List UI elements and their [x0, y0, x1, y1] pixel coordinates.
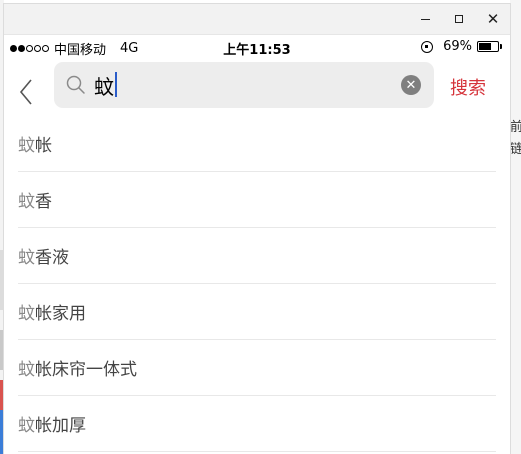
window-maximize-button[interactable] [442, 4, 476, 34]
chevron-left-icon [19, 79, 32, 105]
suggestion-item[interactable]: 蚊帐加厚 [18, 396, 496, 452]
battery-percentage: 69% [443, 39, 472, 54]
simulator-window: ✕ 中国移动 4G 上午11:53 69% ✕ [4, 4, 510, 454]
suggestion-completion: 香 [35, 192, 52, 212]
suggestion-item[interactable]: 蚊帐 [18, 116, 496, 172]
window-minimize-button[interactable] [408, 4, 442, 34]
battery-tip [500, 44, 502, 49]
suggestion-completion: 帐 [35, 136, 52, 156]
suggestion-keyword: 蚊 [18, 304, 35, 324]
battery-level-fill [479, 43, 492, 50]
suggestion-keyword: 蚊 [18, 248, 35, 268]
window-titlebar[interactable]: ✕ [4, 4, 510, 35]
suggestion-completion: 香液 [35, 248, 69, 268]
status-bar: 中国移动 4G 上午11:53 69% [4, 36, 510, 58]
background-app-right-edge: 前 链 [510, 0, 521, 454]
background-text-fragment: 前 [510, 120, 521, 135]
battery-icon [477, 41, 499, 52]
text-cursor [115, 72, 117, 97]
back-button[interactable] [14, 72, 38, 112]
clear-icon: ✕ [405, 77, 417, 93]
search-submit-button[interactable]: 搜索 [450, 74, 486, 100]
suggestion-completion: 帐加厚 [35, 416, 86, 436]
suggestion-keyword: 蚊 [18, 416, 35, 436]
suggestion-keyword: 蚊 [18, 136, 35, 156]
background-text-fragment: 链 [510, 142, 521, 157]
search-input[interactable] [94, 70, 394, 100]
suggestion-keyword: 蚊 [18, 360, 35, 380]
status-bar-right: 69% [421, 39, 502, 54]
window-close-button[interactable]: ✕ [476, 4, 510, 34]
rotation-lock-icon [421, 40, 434, 53]
suggestion-completion: 帐床帘一体式 [35, 360, 137, 380]
close-icon: ✕ [486, 9, 500, 28]
suggestion-item[interactable]: 蚊香 [18, 172, 496, 228]
suggestion-completion: 帐家用 [35, 304, 86, 324]
search-suggestions-list: 蚊帐蚊香蚊香液蚊帐家用蚊帐床帘一体式蚊帐加厚 [4, 116, 510, 452]
suggestion-item[interactable]: 蚊帐家用 [18, 284, 496, 340]
search-icon [66, 75, 85, 94]
suggestion-keyword: 蚊 [18, 192, 35, 212]
maximize-icon [455, 15, 463, 23]
suggestion-item[interactable]: 蚊香液 [18, 228, 496, 284]
suggestion-item[interactable]: 蚊帐床帘一体式 [18, 340, 496, 396]
minimize-icon [420, 18, 430, 20]
search-bar[interactable]: ✕ [54, 62, 434, 108]
clear-search-button[interactable]: ✕ [401, 75, 421, 95]
